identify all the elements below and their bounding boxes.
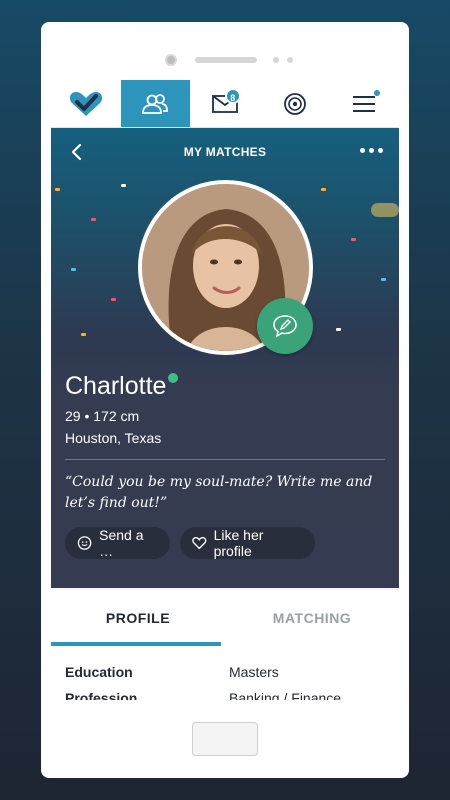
detail-value: Banking / Finance	[229, 690, 342, 700]
app-screen: 8 MY MATCHES Charlotte 29 • 172 cm Houst…	[51, 80, 399, 700]
page-title: MY MATCHES	[183, 145, 267, 159]
more-options-icon[interactable]	[360, 148, 383, 153]
confetti	[121, 184, 126, 187]
sensor	[273, 57, 279, 63]
profile-hero: MY MATCHES Charlotte 29 • 172 cm Houston…	[51, 128, 399, 588]
location: Houston, Texas	[65, 430, 162, 446]
tab-profile[interactable]: PROFILE	[51, 590, 225, 646]
speech-bubble-pencil-icon	[273, 315, 297, 338]
menu-notification-dot	[372, 89, 381, 97]
top-nav: 8	[51, 80, 399, 128]
write-message-button[interactable]	[257, 298, 313, 354]
like-profile-label: Like her profile	[213, 527, 264, 559]
confetti	[336, 328, 341, 331]
confetti	[111, 298, 116, 301]
heart-check-logo-icon	[69, 91, 102, 116]
confetti	[351, 238, 356, 241]
tab-matching[interactable]: MATCHING	[225, 590, 399, 646]
tab-messages[interactable]: 8	[190, 80, 260, 127]
profile-quote: “Could you be my soul-mate? Write me and…	[65, 474, 373, 511]
profile-details-card: PROFILE MATCHING Education Masters Profe…	[51, 590, 399, 700]
speaker	[195, 57, 257, 63]
detail-row: Education Masters	[65, 664, 385, 680]
smiley-chat-icon	[77, 536, 92, 550]
tab-matches[interactable]	[120, 80, 191, 127]
profile-tabs: PROFILE MATCHING	[51, 590, 399, 646]
detail-label: Profession	[65, 690, 138, 700]
confetti	[55, 188, 60, 191]
send-message-label: Send a …	[99, 527, 144, 559]
detail-label: Education	[65, 664, 133, 680]
confetti	[321, 188, 326, 191]
tab-discover[interactable]	[260, 80, 330, 127]
confetti	[371, 203, 399, 217]
phone-frame: 8 MY MATCHES Charlotte 29 • 172 cm Houst…	[41, 22, 409, 778]
divider	[65, 459, 385, 460]
active-tab-indicator	[51, 642, 221, 646]
profile-name: Charlotte	[65, 372, 167, 400]
age-height: 29 • 172 cm	[65, 408, 140, 424]
online-indicator	[168, 373, 178, 383]
tab-home[interactable]	[51, 80, 121, 127]
like-profile-button[interactable]: Like her profile	[180, 527, 315, 559]
detail-value: Masters	[229, 664, 279, 680]
confetti	[71, 268, 76, 271]
radar-icon	[283, 92, 306, 115]
tab-menu[interactable]	[329, 80, 399, 127]
send-message-button[interactable]: Send a …	[65, 527, 170, 559]
messages-badge: 8	[224, 88, 241, 104]
detail-row: Profession Banking / Finance	[65, 690, 385, 700]
confetti	[381, 278, 386, 281]
confetti	[91, 218, 96, 221]
hero-header: MY MATCHES	[51, 128, 399, 176]
back-arrow-icon[interactable]	[67, 142, 87, 162]
hamburger-menu-icon	[353, 95, 376, 112]
home-button[interactable]	[192, 722, 258, 756]
sensor	[287, 57, 293, 63]
confetti	[81, 333, 86, 336]
heart-outline-icon	[192, 536, 207, 550]
people-icon	[142, 93, 169, 114]
camera	[165, 54, 177, 66]
